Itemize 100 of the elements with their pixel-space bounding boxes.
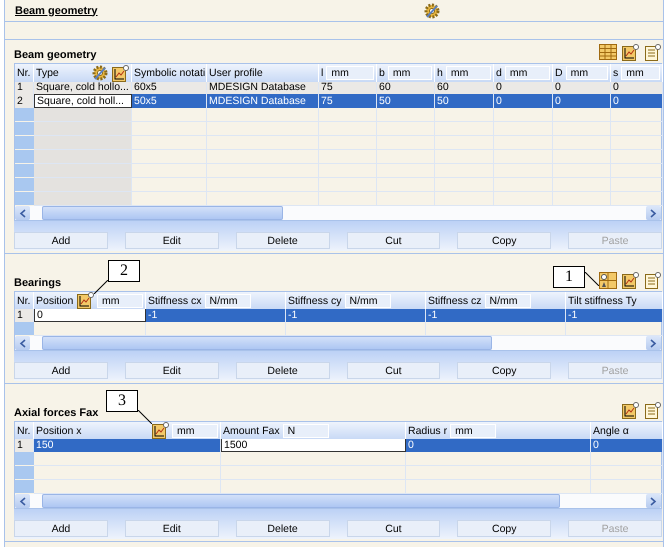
chevron-left-icon: [19, 496, 26, 506]
table-cell: -1: [426, 308, 566, 322]
cell-input[interactable]: 1500: [221, 438, 406, 452]
notes-icon[interactable]: [644, 272, 661, 289]
unit-label: mm: [172, 424, 218, 438]
table-cell: 150: [34, 438, 221, 452]
empty-cell: [553, 136, 611, 150]
chart-icon[interactable]: [152, 422, 169, 439]
table-row[interactable]: 2 Square, cold holl... 50x5 MDESIGN Database 75 50 50 0 0 0: [15, 94, 661, 108]
action-button[interactable]: Add: [14, 232, 108, 249]
cell-input[interactable]: 0: [34, 308, 146, 322]
unit-label: mm: [446, 66, 491, 80]
chart-icon[interactable]: [622, 272, 639, 289]
empty-cell: [494, 178, 553, 192]
empty-cell: [377, 178, 435, 192]
empty-cell: [553, 164, 611, 178]
scroll-right-button[interactable]: [646, 336, 661, 350]
column-label: Type: [36, 67, 59, 79]
empty-cell: [553, 108, 611, 122]
empty-cell: [553, 178, 611, 192]
table-row[interactable]: 1 0 -1 -1 -1 -1: [15, 308, 661, 322]
gear-icon[interactable]: [91, 64, 109, 82]
action-button[interactable]: Delete: [236, 232, 330, 249]
leader-line: [94, 280, 108, 294]
chart-icon[interactable]: [622, 402, 639, 419]
empty-cell: [377, 122, 435, 136]
empty-cell: [611, 164, 663, 178]
unit-label: mm: [566, 66, 608, 80]
empty-cell: [611, 108, 663, 122]
cell-input[interactable]: Square, cold holl...: [34, 94, 132, 108]
empty-cell: [435, 178, 494, 192]
gear-icon[interactable]: [423, 2, 441, 20]
action-button[interactable]: Delete: [236, 520, 330, 537]
column-label: Position: [36, 294, 74, 306]
bearing-icon[interactable]: [599, 272, 617, 289]
empty-cell: [435, 122, 494, 136]
scroll-left-button[interactable]: [15, 494, 30, 508]
chart-icon[interactable]: [77, 292, 94, 309]
table-cell: -1: [566, 308, 663, 322]
table-row[interactable]: 1 Square, cold hollo... 60x5 MDESIGN Database 75 60 60 0 0 0: [15, 80, 661, 94]
scroll-left-button[interactable]: [15, 206, 30, 220]
empty-cell: [435, 150, 494, 164]
scrollbar-thumb[interactable]: [42, 494, 560, 508]
empty-cell: [319, 136, 377, 150]
unit-label: mm: [326, 66, 374, 80]
action-button[interactable]: Copy: [457, 362, 552, 379]
table-cell: -1: [146, 308, 286, 322]
action-button[interactable]: Cut: [346, 520, 440, 537]
chevron-right-icon: [650, 338, 657, 348]
row-number: 1: [15, 438, 34, 452]
section-title: Beam geometry: [14, 49, 97, 61]
scroll-left-button[interactable]: [15, 336, 30, 350]
row-number: 2: [15, 94, 34, 108]
scrollbar-thumb[interactable]: [42, 206, 283, 220]
notes-icon[interactable]: [644, 44, 661, 61]
table-cell: 75: [319, 94, 377, 108]
scroll-right-button[interactable]: [646, 494, 661, 508]
empty-cell: [377, 164, 435, 178]
empty-cell: [553, 122, 611, 136]
notes-icon[interactable]: [644, 402, 661, 419]
scroll-right-button[interactable]: [646, 206, 661, 220]
chevron-left-icon: [19, 338, 26, 348]
unit-label: mm: [504, 66, 550, 80]
action-button[interactable]: Cut: [346, 362, 440, 379]
table-icon[interactable]: [599, 44, 617, 60]
empty-cell: [435, 108, 494, 122]
column-label: b: [379, 67, 385, 79]
action-button[interactable]: Edit: [124, 520, 219, 537]
table-cell: -1: [286, 308, 426, 322]
unit-label: mm: [450, 424, 496, 438]
column-label: d: [496, 67, 502, 79]
action-button[interactable]: Copy: [457, 232, 552, 249]
action-button[interactable]: Delete: [236, 362, 330, 379]
table-row[interactable]: 1 150 1500 0 0: [15, 438, 661, 452]
action-button[interactable]: Edit: [124, 232, 219, 249]
empty-cell: [553, 150, 611, 164]
column-label: Nr.: [17, 67, 30, 79]
page-title: Beam geometry: [15, 4, 98, 16]
empty-cell: [319, 164, 377, 178]
action-button[interactable]: Edit: [124, 362, 219, 379]
column-label: D: [555, 67, 563, 79]
scrollbar-thumb[interactable]: [42, 336, 492, 350]
unit-label: mm: [621, 66, 660, 80]
action-button[interactable]: Add: [14, 362, 108, 379]
action-button[interactable]: Cut: [346, 232, 440, 249]
column-label: Angle α: [593, 424, 629, 436]
leader-line: [585, 272, 599, 286]
chart-icon[interactable]: [622, 44, 639, 61]
section-title: Axial forces Fax: [14, 407, 98, 419]
action-button[interactable]: Copy: [457, 520, 552, 537]
action-button[interactable]: Add: [14, 520, 108, 537]
callout-label: 2: [108, 260, 140, 282]
table-cell: 0: [591, 438, 663, 452]
column-label: Symbolic notati: [134, 67, 206, 79]
chart-icon[interactable]: [112, 64, 129, 82]
empty-cell: [319, 108, 377, 122]
empty-cell: [319, 178, 377, 192]
empty-cell: [611, 122, 663, 136]
column-label: s: [613, 67, 618, 79]
table-cell: 50x5: [132, 94, 207, 108]
